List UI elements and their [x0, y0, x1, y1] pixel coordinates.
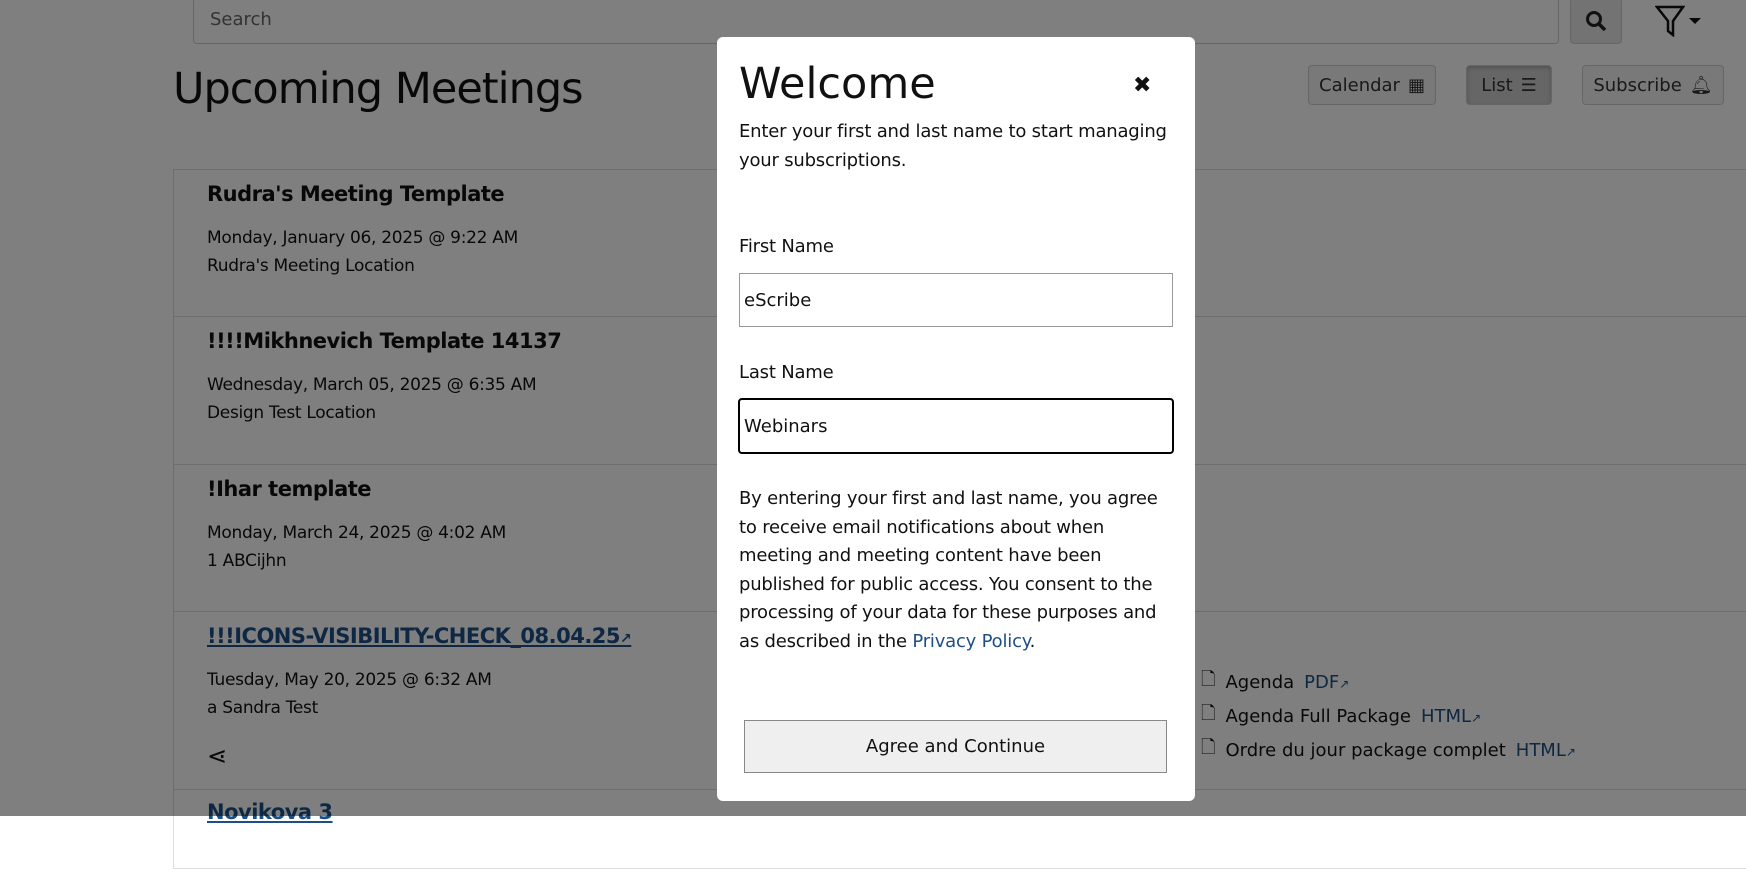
privacy-policy-link[interactable]: Privacy Policy	[912, 631, 1030, 652]
welcome-modal: Welcome ✖ Enter your first and last name…	[717, 37, 1195, 801]
modal-intro: Enter your first and last name to start …	[739, 121, 1167, 171]
agree-continue-button[interactable]: Agree and Continue	[744, 720, 1167, 773]
first-name-label: First Name	[739, 236, 834, 257]
close-icon[interactable]: ✖	[1133, 73, 1151, 98]
consent-text: By entering your first and last name, yo…	[739, 488, 1158, 652]
last-name-input[interactable]: Webinars	[738, 398, 1174, 454]
last-name-label: Last Name	[739, 362, 834, 383]
first-name-input[interactable]: eScribe	[739, 273, 1173, 327]
modal-title: Welcome	[739, 59, 936, 109]
